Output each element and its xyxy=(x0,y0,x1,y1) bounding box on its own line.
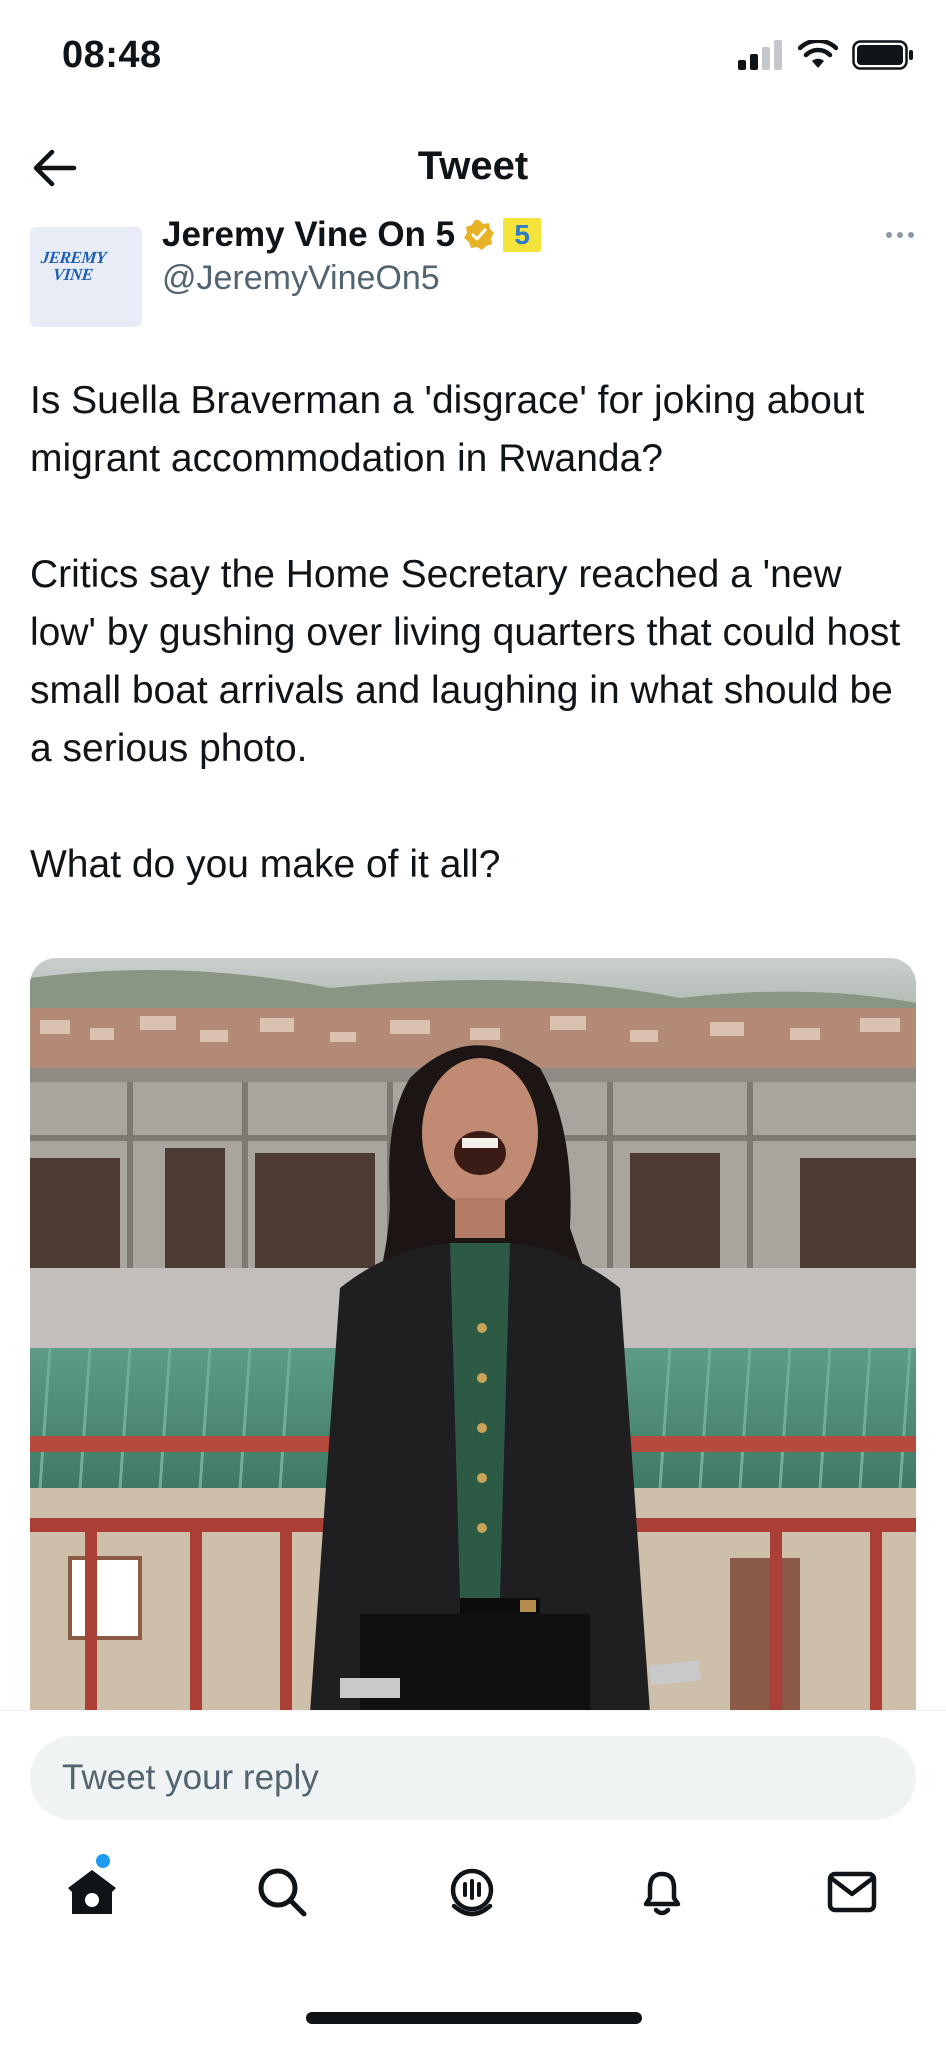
messages-icon xyxy=(827,1871,877,1913)
avatar-logo-line1: JEREMY xyxy=(39,248,107,267)
more-dot-icon xyxy=(897,232,903,238)
photo-illustration xyxy=(30,958,916,1713)
author-name-row[interactable]: Jeremy Vine On 5 5 xyxy=(162,215,542,255)
battery-icon xyxy=(852,40,913,70)
spaces-icon xyxy=(450,1868,494,1917)
page-title: Tweet xyxy=(417,144,529,188)
tab-notifications[interactable] xyxy=(622,1852,702,1932)
author-handle[interactable]: @JeremyVineOn5 xyxy=(162,259,440,298)
verified-badge-icon xyxy=(464,220,495,250)
bottom-tab-bar xyxy=(0,1832,946,1972)
tweet-header: Tweet xyxy=(0,120,946,216)
reply-bar: Tweet your reply xyxy=(0,1710,946,1833)
reply-placeholder: Tweet your reply xyxy=(62,1758,319,1797)
home-icon xyxy=(68,1870,116,1914)
more-dot-icon xyxy=(886,232,892,238)
avatar-logo: JEREMY VINE xyxy=(38,248,107,284)
tab-messages[interactable] xyxy=(812,1852,892,1932)
more-options-button[interactable] xyxy=(880,225,920,245)
tweet-paragraph: Critics say the Home Secretary reached a… xyxy=(30,553,901,770)
home-indicator xyxy=(306,2012,642,2024)
affiliate-badge: 5 xyxy=(503,218,542,252)
tweet-photo[interactable] xyxy=(30,958,916,1713)
notification-dot xyxy=(96,1854,110,1868)
tweet-text: Is Suella Braverman a 'disgrace' for jok… xyxy=(30,372,910,952)
cellular-signal-icon xyxy=(738,40,782,70)
more-dot-icon xyxy=(908,232,914,238)
status-bar: 08:48 xyxy=(0,0,946,110)
reply-input[interactable]: Tweet your reply xyxy=(30,1736,916,1820)
author-name: Jeremy Vine On 5 xyxy=(162,215,456,254)
notifications-icon xyxy=(643,1871,681,1916)
tab-search[interactable] xyxy=(242,1852,322,1932)
status-time: 08:48 xyxy=(62,34,162,76)
search-icon xyxy=(258,1868,307,1917)
avatar-logo-line2: VINE xyxy=(52,265,94,284)
tab-spaces[interactable] xyxy=(432,1852,512,1932)
tab-home[interactable] xyxy=(52,1852,132,1932)
tweet-author: JEREMY VINE Jeremy Vine On 5 5 @JeremyVi… xyxy=(30,215,920,327)
avatar[interactable]: JEREMY VINE xyxy=(30,227,142,327)
tweet-paragraph: What do you make of it all? xyxy=(30,843,501,886)
tweet-paragraph: Is Suella Braverman a 'disgrace' for jok… xyxy=(30,379,865,480)
wifi-icon xyxy=(798,40,838,68)
status-icons xyxy=(738,40,914,70)
